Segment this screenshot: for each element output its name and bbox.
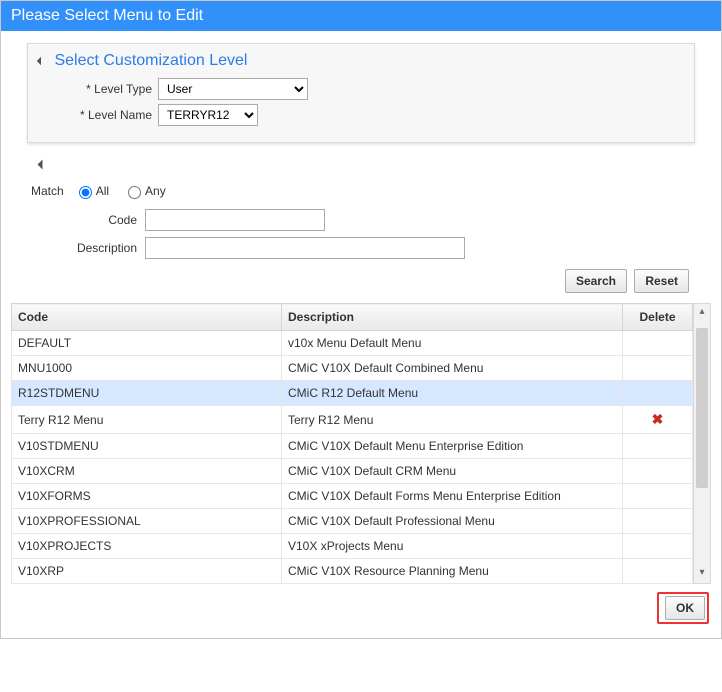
cell-description: CMiC V10X Default Forms Menu Enterprise … [282, 484, 623, 509]
cell-delete [623, 381, 693, 406]
header-description[interactable]: Description [282, 304, 623, 331]
match-label: Match [31, 184, 64, 198]
cell-delete [623, 356, 693, 381]
cell-delete [623, 559, 693, 584]
cell-description: v10x Menu Default Menu [282, 331, 623, 356]
reset-button[interactable]: Reset [634, 269, 689, 293]
disclosure-icon [37, 57, 45, 65]
cell-delete [623, 509, 693, 534]
grid-scrollbar[interactable]: ▴ ▾ [693, 303, 711, 584]
level-name-row: Level Name TERRYR12 [38, 104, 684, 126]
match-any-label: Any [145, 184, 166, 198]
cell-code: MNU1000 [12, 356, 282, 381]
scroll-up-icon[interactable]: ▴ [694, 304, 710, 322]
match-any-input[interactable] [128, 186, 141, 199]
description-row: Description [27, 237, 695, 259]
match-all-radio[interactable]: All [74, 183, 109, 199]
cell-delete [623, 434, 693, 459]
table-row[interactable]: Terry R12 MenuTerry R12 Menu ✖ [12, 406, 693, 434]
table-row[interactable]: R12STDMENUCMiC R12 Default Menu [12, 381, 693, 406]
cell-code: V10STDMENU [12, 434, 282, 459]
ok-highlight: OK [657, 592, 709, 624]
cell-description: CMiC V10X Resource Planning Menu [282, 559, 623, 584]
level-type-row: Level Type User [38, 78, 684, 100]
dialog-content: Select Customization Level Level Type Us… [1, 31, 721, 638]
table-row[interactable]: V10XCRMCMiC V10X Default CRM Menu [12, 459, 693, 484]
cell-delete[interactable]: ✖ [623, 406, 693, 434]
code-label: Code [27, 213, 137, 227]
cell-code: R12STDMENU [12, 381, 282, 406]
cell-code: V10XPROJECTS [12, 534, 282, 559]
cell-code: V10XPROFESSIONAL [12, 509, 282, 534]
cell-code: V10XRP [12, 559, 282, 584]
table-row[interactable]: V10STDMENUCMiC V10X Default Menu Enterpr… [12, 434, 693, 459]
dialog-footer: OK [7, 584, 715, 632]
cell-description: CMiC V10X Default Combined Menu [282, 356, 623, 381]
dialog-title: Please Select Menu to Edit [1, 1, 721, 31]
cell-code: V10XFORMS [12, 484, 282, 509]
code-input[interactable] [145, 209, 325, 231]
delete-icon[interactable]: ✖ [652, 411, 664, 427]
search-disclosure-icon[interactable] [38, 160, 48, 170]
match-row: Match All Any [27, 183, 695, 199]
cell-description: V10X xProjects Menu [282, 534, 623, 559]
description-label: Description [27, 241, 137, 255]
panel-header[interactable]: Select Customization Level [38, 52, 684, 70]
table-row[interactable]: V10XFORMSCMiC V10X Default Forms Menu En… [12, 484, 693, 509]
cell-description: Terry R12 Menu [282, 406, 623, 434]
level-type-select[interactable]: User [158, 78, 308, 100]
cell-description: CMiC V10X Default Professional Menu [282, 509, 623, 534]
cell-delete [623, 484, 693, 509]
cell-code: DEFAULT [12, 331, 282, 356]
match-all-label: All [96, 184, 109, 198]
results-grid: Code Description Delete DEFAULTv10x Menu… [11, 303, 693, 584]
cell-description: CMiC V10X Default CRM Menu [282, 459, 623, 484]
cell-delete [623, 534, 693, 559]
cell-description: CMiC R12 Default Menu [282, 381, 623, 406]
scroll-down-icon[interactable]: ▾ [694, 565, 710, 583]
level-name-select[interactable]: TERRYR12 [158, 104, 258, 126]
search-button[interactable]: Search [565, 269, 627, 293]
header-delete[interactable]: Delete [623, 304, 693, 331]
dialog: Please Select Menu to Edit Select Custom… [0, 0, 722, 639]
results-grid-wrap: Code Description Delete DEFAULTv10x Menu… [11, 303, 711, 584]
header-code[interactable]: Code [12, 304, 282, 331]
panel-header-text: Select Customization Level [54, 52, 247, 69]
table-row[interactable]: V10XPROJECTSV10X xProjects Menu [12, 534, 693, 559]
level-name-label: Level Name [56, 108, 152, 122]
grid-header-row: Code Description Delete [12, 304, 693, 331]
level-type-label: Level Type [56, 82, 152, 96]
match-all-input[interactable] [79, 186, 92, 199]
search-buttons: Search Reset [27, 265, 695, 303]
cell-delete [623, 459, 693, 484]
search-block: Match All Any Code Description Search [27, 157, 695, 303]
description-input[interactable] [145, 237, 465, 259]
cell-delete [623, 331, 693, 356]
customization-level-panel: Select Customization Level Level Type Us… [27, 43, 695, 143]
table-row[interactable]: MNU1000CMiC V10X Default Combined Menu [12, 356, 693, 381]
table-row[interactable]: DEFAULTv10x Menu Default Menu [12, 331, 693, 356]
code-row: Code [27, 209, 695, 231]
table-row[interactable]: V10XPROFESSIONALCMiC V10X Default Profes… [12, 509, 693, 534]
match-any-radio[interactable]: Any [123, 183, 166, 199]
cell-code: V10XCRM [12, 459, 282, 484]
table-row[interactable]: V10XRPCMiC V10X Resource Planning Menu [12, 559, 693, 584]
scroll-thumb[interactable] [696, 328, 708, 488]
cell-code: Terry R12 Menu [12, 406, 282, 434]
ok-button[interactable]: OK [665, 596, 705, 620]
cell-description: CMiC V10X Default Menu Enterprise Editio… [282, 434, 623, 459]
